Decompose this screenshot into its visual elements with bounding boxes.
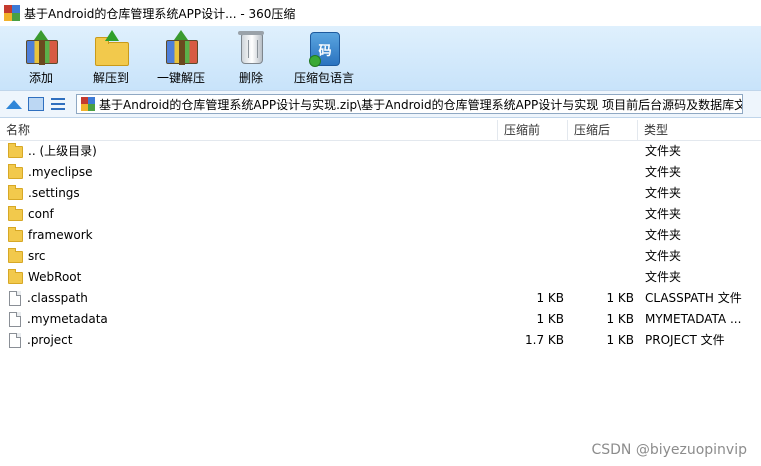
file-original-size: 1 KB — [606, 333, 634, 347]
file-original-size — [568, 267, 634, 288]
archive-language-button-label: 压缩包语言 — [293, 71, 354, 85]
file-original-size — [568, 141, 634, 162]
one-click-extract-icon — [163, 30, 199, 66]
list-item[interactable]: .mymetadata 1 KB 1 KB MYMETADATA ... — [0, 309, 761, 330]
list-item[interactable]: .classpath 1 KB 1 KB CLASSPATH 文件 — [0, 288, 761, 309]
folder-icon — [8, 142, 23, 158]
list-item[interactable]: conf 文件夹 — [0, 204, 761, 225]
file-name: .project — [27, 333, 73, 347]
thumbnail-view-button[interactable] — [28, 96, 44, 112]
file-compressed-size: 1 KB — [536, 312, 564, 326]
file-compressed-size: 1.7 KB — [525, 333, 564, 347]
one-click-extract-button-label: 一键解压 — [156, 71, 205, 85]
archive-icon — [81, 97, 95, 111]
file-name: src — [28, 249, 46, 263]
folder-icon — [8, 184, 23, 200]
path-field[interactable]: 基于Android的仓库管理系统APP设计与实现.zip\基于Android的仓… — [76, 94, 743, 114]
thumbnail-view-icon — [28, 97, 44, 111]
file-compressed-size — [498, 267, 564, 288]
list-item[interactable]: .project 1.7 KB 1 KB PROJECT 文件 — [0, 330, 761, 351]
extract-to-icon — [93, 30, 129, 66]
list-item[interactable]: src 文件夹 — [0, 246, 761, 267]
file-type: 文件夹 — [645, 165, 682, 179]
list-item[interactable]: framework 文件夹 — [0, 225, 761, 246]
file-name: .settings — [28, 186, 80, 200]
folder-icon — [8, 226, 23, 242]
folder-icon — [8, 163, 23, 179]
list-view-button[interactable] — [50, 96, 66, 112]
column-header-compressed[interactable]: 压缩前 — [498, 120, 568, 140]
file-compressed-size — [498, 141, 564, 162]
file-compressed-size — [498, 162, 564, 183]
file-original-size — [568, 225, 634, 246]
column-header-original[interactable]: 压缩后 — [568, 120, 638, 140]
watermark: CSDN @biyezuopinvip — [591, 442, 747, 458]
folder-icon — [8, 247, 23, 263]
file-type: 文件夹 — [645, 144, 682, 158]
file-compressed-size — [498, 246, 564, 267]
file-icon — [9, 333, 21, 348]
file-icon — [9, 312, 21, 327]
delete-button[interactable]: 删除 — [222, 26, 280, 86]
file-compressed-size — [498, 225, 564, 246]
delete-button-label: 删除 — [238, 71, 263, 85]
archive-language-button[interactable]: 码 压缩包语言 — [292, 26, 356, 86]
file-list: .. (上级目录) 文件夹 .myeclipse 文件夹 .settings 文… — [0, 141, 761, 351]
list-view-icon — [51, 98, 65, 110]
file-compressed-size: 1 KB — [536, 291, 564, 305]
add-button-label: 添加 — [28, 71, 53, 85]
file-name: .classpath — [27, 291, 88, 305]
file-type: 文件夹 — [645, 228, 682, 242]
file-type: 文件夹 — [645, 186, 682, 200]
archive-language-glyph: 码 — [309, 32, 340, 67]
file-original-size: 1 KB — [606, 291, 634, 305]
one-click-extract-button[interactable]: 一键解压 — [152, 26, 210, 86]
column-header-name[interactable]: 名称 — [0, 120, 498, 140]
list-item[interactable]: .. (上级目录) 文件夹 — [0, 141, 761, 162]
up-arrow-icon — [6, 99, 22, 109]
file-type: 文件夹 — [645, 270, 682, 284]
folder-icon — [8, 268, 23, 284]
column-header-type[interactable]: 类型 — [638, 120, 761, 140]
file-original-size — [568, 204, 634, 225]
file-original-size: 1 KB — [606, 312, 634, 326]
file-name: conf — [28, 207, 54, 221]
file-name: framework — [28, 228, 93, 242]
list-item[interactable]: .myeclipse 文件夹 — [0, 162, 761, 183]
toolbar: 添加 解压到 一键解压 删除 码 压缩包语言 — [0, 26, 761, 90]
file-compressed-size — [498, 183, 564, 204]
file-original-size — [568, 162, 634, 183]
file-type: CLASSPATH 文件 — [645, 291, 742, 305]
file-compressed-size — [498, 204, 564, 225]
address-bar: 基于Android的仓库管理系统APP设计与实现.zip\基于Android的仓… — [0, 90, 761, 118]
file-type: MYMETADATA ... — [645, 312, 742, 326]
archive-language-icon: 码 — [306, 30, 342, 67]
file-original-size — [568, 183, 634, 204]
file-icon — [9, 291, 21, 306]
path-text: 基于Android的仓库管理系统APP设计与实现.zip\基于Android的仓… — [99, 97, 743, 112]
file-name: .. (上级目录) — [28, 144, 97, 158]
file-type: 文件夹 — [645, 249, 682, 263]
add-button[interactable]: 添加 — [12, 26, 70, 86]
file-list-header: 名称 压缩前 压缩后 类型 — [0, 120, 761, 141]
title-bar: 基于Android的仓库管理系统APP设计... - 360压缩 — [0, 0, 761, 26]
app-icon — [4, 5, 20, 21]
file-original-size — [568, 246, 634, 267]
file-name: WebRoot — [28, 270, 82, 284]
file-type: PROJECT 文件 — [645, 333, 725, 347]
file-name: .mymetadata — [27, 312, 108, 326]
window-title: 基于Android的仓库管理系统APP设计... - 360压缩 — [24, 6, 296, 21]
list-item[interactable]: .settings 文件夹 — [0, 183, 761, 204]
file-name: .myeclipse — [28, 165, 93, 179]
delete-icon — [233, 30, 269, 66]
extract-to-button[interactable]: 解压到 — [82, 26, 140, 86]
folder-icon — [8, 205, 23, 221]
file-type: 文件夹 — [645, 207, 682, 221]
add-archive-icon — [23, 30, 59, 66]
list-item[interactable]: WebRoot 文件夹 — [0, 267, 761, 288]
up-level-button[interactable] — [6, 96, 22, 112]
extract-to-button-label: 解压到 — [92, 71, 129, 85]
